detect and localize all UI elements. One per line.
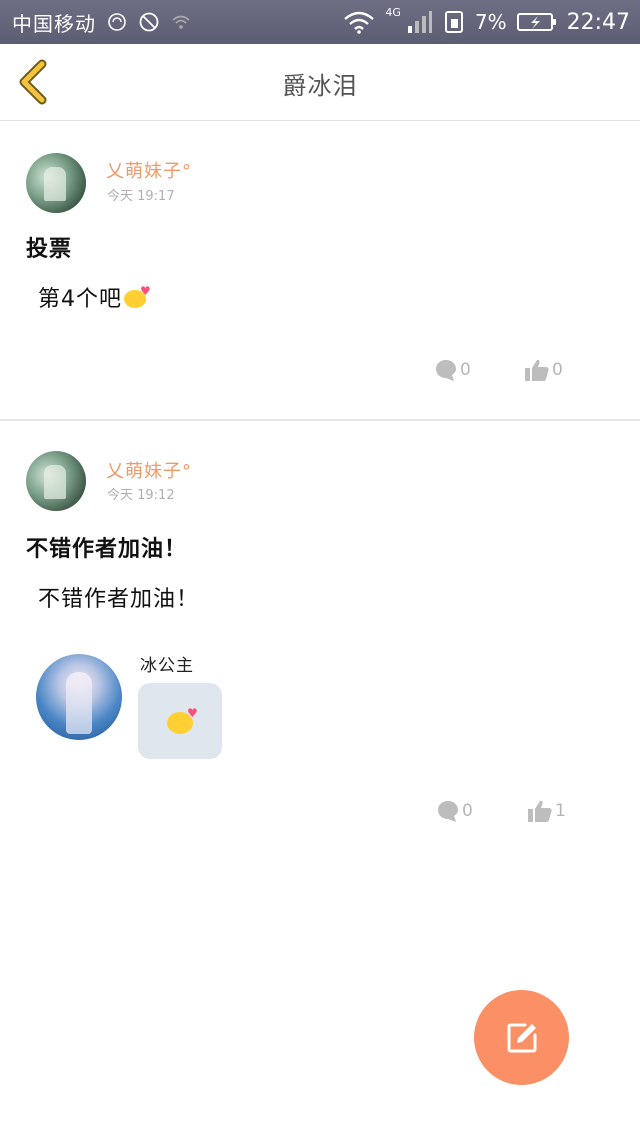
avatar[interactable]	[26, 451, 86, 511]
comment-count: 0	[460, 360, 471, 380]
carrier-name: 中国移动	[12, 11, 96, 36]
signal-icon	[407, 10, 433, 34]
nav-bar: 爵冰泪	[0, 44, 640, 121]
clock: 22:47	[566, 9, 630, 35]
like-count: 1	[555, 801, 566, 821]
thumbs-up-icon	[528, 800, 552, 822]
reply-bubble: ♥	[138, 683, 222, 759]
username[interactable]: 乂萌妹子°	[106, 457, 192, 483]
comment-bubble-icon	[436, 360, 456, 381]
battery-percent: 7%	[474, 10, 507, 34]
sim-icon	[443, 10, 465, 34]
like-button[interactable]: 0	[524, 358, 563, 382]
post-title: 投票	[26, 237, 73, 262]
comment-button[interactable]: 0	[436, 799, 473, 823]
kiss-emoji-icon: ♥	[167, 707, 198, 734]
post-card[interactable]: 乂萌妹子° 今天 19:17 投票 第4个吧 ♥ 0 0	[0, 121, 640, 421]
wifi-icon	[343, 10, 375, 34]
post-time: 今天 19:17	[107, 189, 175, 204]
post-body: 第4个吧 ♥	[38, 281, 151, 313]
battery-charging-icon	[516, 11, 557, 33]
reply-username[interactable]: 冰公主	[140, 651, 194, 676]
post-card[interactable]: 乂萌妹子° 今天 19:12 不错作者加油！ 不错作者加油！ 冰公主 ♥ 0 1	[0, 421, 640, 841]
post-time: 今天 19:12	[107, 488, 175, 503]
status-bar-left: 中国移动	[12, 0, 192, 44]
post-body-text: 第4个吧	[38, 287, 122, 312]
post-title: 不错作者加油！	[26, 537, 188, 562]
page-title: 爵冰泪	[282, 72, 358, 100]
kiss-emoji-icon: ♥	[124, 285, 151, 308]
comment-bubble-icon	[438, 801, 458, 822]
thumbs-up-icon	[525, 359, 549, 381]
username[interactable]: 乂萌妹子°	[106, 157, 192, 183]
status-bar: 中国移动 4G 7% 22:47	[0, 0, 640, 44]
post-body: 不错作者加油！	[38, 587, 200, 612]
blocked-icon	[138, 11, 160, 33]
comment-count: 0	[462, 801, 473, 821]
comment-button[interactable]: 0	[434, 358, 471, 382]
edit-icon	[507, 1023, 536, 1052]
avatar[interactable]	[26, 153, 86, 213]
status-bar-right: 4G 7% 22:47	[343, 0, 630, 44]
like-button[interactable]: 1	[527, 799, 566, 823]
wifi-hotspot-icon	[170, 11, 192, 33]
hd-call-icon	[106, 11, 128, 33]
network-type-label: 4G	[385, 5, 401, 19]
like-count: 0	[552, 360, 563, 380]
reply-avatar[interactable]	[36, 654, 122, 740]
compose-button[interactable]	[474, 990, 569, 1085]
